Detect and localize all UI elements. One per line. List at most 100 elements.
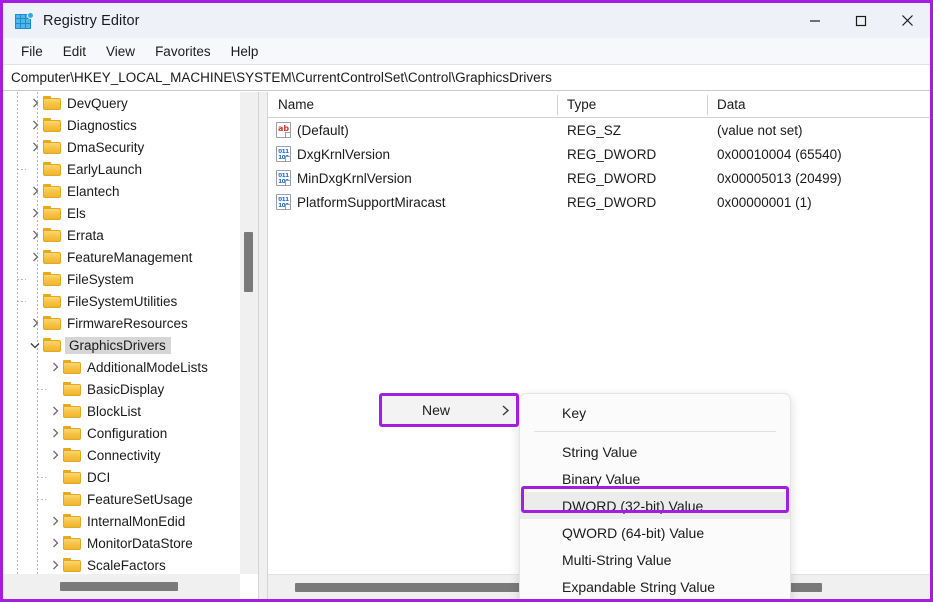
folder-icon bbox=[43, 316, 61, 330]
tree-chevron-collapsed-icon[interactable] bbox=[27, 246, 43, 268]
address-bar[interactable]: Computer\HKEY_LOCAL_MACHINE\SYSTEM\Curre… bbox=[3, 65, 930, 91]
folder-icon bbox=[43, 96, 61, 110]
tree-chevron-collapsed-icon[interactable] bbox=[47, 422, 63, 444]
value-name-text: DxgKrnlVersion bbox=[297, 147, 390, 162]
tree-item-label: DmaSecurity bbox=[67, 140, 150, 155]
tree-chevron-collapsed-icon[interactable] bbox=[47, 444, 63, 466]
tree-chevron-collapsed-icon[interactable] bbox=[27, 92, 43, 114]
table-row[interactable]: 011100MinDxgKrnlVersionREG_DWORD0x000050… bbox=[268, 166, 930, 190]
context-menu-new-item[interactable]: New bbox=[379, 393, 519, 427]
folder-icon bbox=[43, 294, 61, 308]
context-menu-new-label: New bbox=[380, 402, 492, 418]
tree-item-earlylaunch[interactable]: EarlyLaunch bbox=[3, 158, 240, 180]
submenu-item-expandable-string-value[interactable]: Expandable String Value bbox=[520, 573, 790, 600]
tree-item-devquery[interactable]: DevQuery bbox=[3, 92, 240, 114]
tree-chevron-collapsed-icon[interactable] bbox=[47, 356, 63, 378]
tree-item-firmwareresources[interactable]: FirmwareResources bbox=[3, 312, 240, 334]
tree-vertical-scrollbar[interactable] bbox=[240, 92, 258, 574]
folder-icon bbox=[43, 272, 61, 286]
tree-chevron-collapsed-icon[interactable] bbox=[47, 400, 63, 422]
close-icon[interactable] bbox=[884, 3, 930, 38]
dword-value-icon: 011100 bbox=[276, 194, 291, 210]
tree-item-connectivity[interactable]: Connectivity bbox=[3, 444, 240, 466]
tree-item-errata[interactable]: Errata bbox=[3, 224, 240, 246]
tree-chevron-collapsed-icon[interactable] bbox=[27, 114, 43, 136]
menu-help[interactable]: Help bbox=[221, 41, 269, 62]
column-header-data[interactable]: Data bbox=[707, 92, 930, 118]
submenu-item-qword-64-bit-value[interactable]: QWORD (64-bit) Value bbox=[520, 519, 790, 546]
value-name-text: (Default) bbox=[297, 123, 349, 138]
tree-item-label: FileSystem bbox=[67, 272, 140, 287]
value-name-cell: 011100MinDxgKrnlVersion bbox=[268, 170, 557, 186]
tree-item-label: Elantech bbox=[67, 184, 126, 199]
folder-icon bbox=[63, 492, 81, 506]
column-header-name[interactable]: Name bbox=[268, 92, 557, 118]
tree-chevron-collapsed-icon[interactable] bbox=[27, 202, 43, 224]
value-name-text: MinDxgKrnlVersion bbox=[297, 171, 412, 186]
tree-item-configuration[interactable]: Configuration bbox=[3, 422, 240, 444]
tree-vertical-scrollbar-thumb[interactable] bbox=[244, 232, 253, 292]
tree-item-els[interactable]: Els bbox=[3, 202, 240, 224]
tree-item-label: Configuration bbox=[87, 426, 173, 441]
table-row[interactable]: 011100DxgKrnlVersionREG_DWORD0x00010004 … bbox=[268, 142, 930, 166]
folder-icon bbox=[63, 404, 81, 418]
maximize-icon[interactable] bbox=[838, 3, 884, 38]
submenu-item-key[interactable]: Key bbox=[520, 399, 790, 426]
tree-item-internalmonedid[interactable]: InternalMonEdid bbox=[3, 510, 240, 532]
menu-file[interactable]: File bbox=[11, 41, 53, 62]
tree-item-label: MonitorDataStore bbox=[87, 536, 199, 551]
tree-item-elantech[interactable]: Elantech bbox=[3, 180, 240, 202]
tree-item-monitordatastore[interactable]: MonitorDataStore bbox=[3, 532, 240, 554]
tree-horizontal-scrollbar[interactable] bbox=[3, 574, 240, 599]
menu-view[interactable]: View bbox=[96, 41, 145, 62]
tree-item-label: FeatureSetUsage bbox=[87, 492, 199, 507]
tree-item-label: Diagnostics bbox=[67, 118, 143, 133]
tree-item-basicdisplay[interactable]: BasicDisplay bbox=[3, 378, 240, 400]
tree-item-label: AdditionalModeLists bbox=[87, 360, 214, 375]
tree-item-dci[interactable]: DCI bbox=[3, 466, 240, 488]
folder-icon bbox=[63, 558, 81, 572]
tree-item-featuremanagement[interactable]: FeatureManagement bbox=[3, 246, 240, 268]
chevron-right-icon bbox=[492, 404, 518, 417]
column-header-type[interactable]: Type bbox=[557, 92, 707, 118]
folder-icon bbox=[63, 382, 81, 396]
tree-item-filesystem[interactable]: FileSystem bbox=[3, 268, 240, 290]
table-row[interactable]: ab(Default)REG_SZ(value not set) bbox=[268, 118, 930, 142]
tree-item-label: BasicDisplay bbox=[87, 382, 170, 397]
window-title: Registry Editor bbox=[43, 13, 140, 29]
submenu-item-binary-value[interactable]: Binary Value bbox=[520, 465, 790, 492]
tree-item-diagnostics[interactable]: Diagnostics bbox=[3, 114, 240, 136]
value-type-cell: REG_DWORD bbox=[557, 195, 707, 210]
tree-item-blocklist[interactable]: BlockList bbox=[3, 400, 240, 422]
tree-horizontal-scrollbar-thumb[interactable] bbox=[60, 582, 178, 591]
submenu-item-dword-32-bit-value[interactable]: DWORD (32-bit) Value bbox=[520, 492, 790, 519]
submenu-item-multi-string-value[interactable]: Multi-String Value bbox=[520, 546, 790, 573]
tree-chevron-collapsed-icon[interactable] bbox=[47, 554, 63, 574]
tree-item-featuresetusage[interactable]: FeatureSetUsage bbox=[3, 488, 240, 510]
menu-favorites[interactable]: Favorites bbox=[145, 41, 221, 62]
tree-item-filesystemutilities[interactable]: FileSystemUtilities bbox=[3, 290, 240, 312]
tree-chevron-collapsed-icon[interactable] bbox=[47, 510, 63, 532]
folder-icon bbox=[63, 536, 81, 550]
value-type-cell: REG_DWORD bbox=[557, 171, 707, 186]
submenu-item-string-value[interactable]: String Value bbox=[520, 438, 790, 465]
registry-editor-icon bbox=[15, 12, 33, 30]
tree-chevron-collapsed-icon[interactable] bbox=[27, 312, 43, 334]
tree-item-dmasecurity[interactable]: DmaSecurity bbox=[3, 136, 240, 158]
tree-chevron-collapsed-icon[interactable] bbox=[47, 532, 63, 554]
tree-chevron-collapsed-icon[interactable] bbox=[27, 224, 43, 246]
value-name-cell: 011100PlatformSupportMiracast bbox=[268, 194, 557, 210]
folder-icon bbox=[63, 426, 81, 440]
tree-item-additionalmodelists[interactable]: AdditionalModeLists bbox=[3, 356, 240, 378]
tree-item-scalefactors[interactable]: ScaleFactors bbox=[3, 554, 240, 574]
minimize-icon[interactable] bbox=[792, 3, 838, 38]
registry-tree-pane: DevQuery Diagnostics DmaSecurity EarlyLaunc… bbox=[3, 92, 259, 599]
tree-chevron-collapsed-icon[interactable] bbox=[27, 180, 43, 202]
tree-item-graphicsdrivers[interactable]: GraphicsDrivers bbox=[3, 334, 240, 356]
folder-icon bbox=[63, 470, 81, 484]
menu-edit[interactable]: Edit bbox=[53, 41, 96, 62]
tree-chevron-expanded-icon[interactable] bbox=[27, 334, 43, 356]
table-row[interactable]: 011100PlatformSupportMiracastREG_DWORD0x… bbox=[268, 190, 930, 214]
tree-item-label: FeatureManagement bbox=[67, 250, 198, 265]
tree-chevron-collapsed-icon[interactable] bbox=[27, 136, 43, 158]
